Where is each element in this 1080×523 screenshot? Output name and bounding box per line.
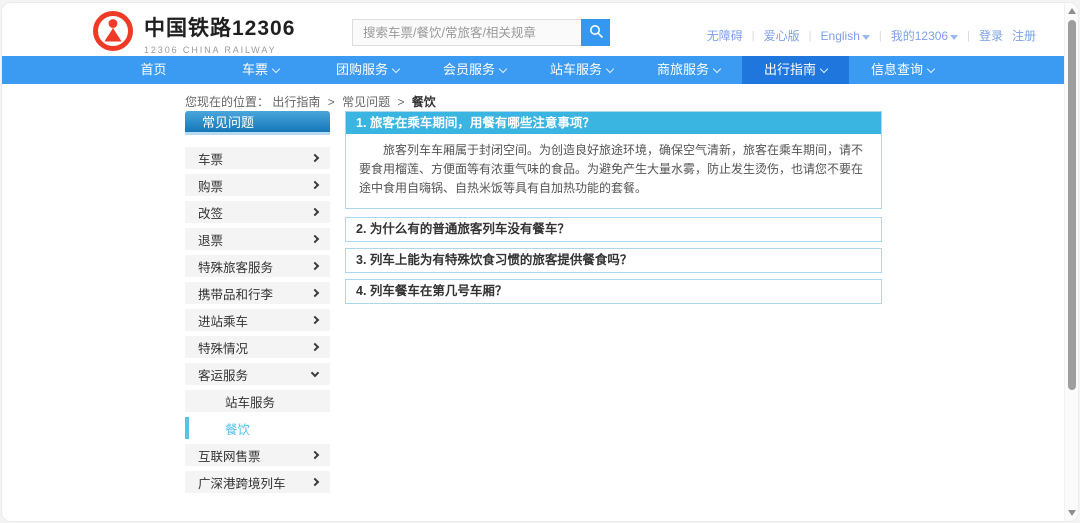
breadcrumb-separator: >: [397, 95, 404, 109]
search-button[interactable]: [581, 19, 610, 46]
search-bar: [352, 19, 610, 46]
sidebar-item-passenger-services[interactable]: 客运服务: [185, 363, 330, 385]
faq-question-4[interactable]: 4. 列车餐车在第几号车厢？: [345, 279, 882, 304]
chevron-right-icon: [311, 343, 319, 351]
nav-item-travel-guide[interactable]: 出行指南: [742, 56, 849, 84]
chevron-down-icon: [820, 65, 828, 73]
sidebar-item-buy-ticket[interactable]: 购票: [185, 174, 330, 196]
browser-viewport: 中国铁路12306 12306 CHINA RAILWAY 无障碍 | 爱心版 …: [2, 3, 1078, 521]
link-my-12306[interactable]: 我的12306: [891, 27, 958, 44]
sidebar-item-boarding[interactable]: 进站乘车: [185, 309, 330, 331]
breadcrumb: 您现在的位置： 出行指南 > 常见问题 > 餐饮: [185, 93, 436, 110]
breadcrumb-prefix: 您现在的位置：: [185, 95, 269, 109]
nav-item-tickets[interactable]: 车票: [207, 56, 314, 84]
sidebar-item-gz-sz-hk-trains[interactable]: 广深港跨境列车: [185, 471, 330, 493]
chevron-right-icon: [311, 262, 319, 270]
scrollbar[interactable]: [1064, 3, 1078, 521]
link-english[interactable]: English: [821, 29, 870, 43]
sidebar: 常见问题 车票 购票 改签 退票 特殊旅客服务 携带品和行李: [185, 111, 330, 498]
breadcrumb-faq[interactable]: 常见问题: [342, 95, 390, 109]
nav-item-member-services[interactable]: 会员服务: [421, 56, 528, 84]
main-nav: 首页 车票 团购服务 会员服务 站车服务 商旅服务 出行指南 信息查询: [2, 56, 1078, 84]
chevron-right-icon: [311, 316, 319, 324]
sidebar-item-luggage[interactable]: 携带品和行李: [185, 282, 330, 304]
search-icon: [589, 24, 603, 41]
register-link[interactable]: 注册: [1012, 27, 1036, 44]
nav-item-station-services[interactable]: 站车服务: [528, 56, 635, 84]
chevron-down-icon: [272, 65, 280, 73]
sidebar-item-internet-ticketing[interactable]: 互联网售票: [185, 444, 330, 466]
logo-subtitle: 12306 CHINA RAILWAY: [144, 45, 295, 55]
chevron-right-icon: [311, 208, 319, 216]
breadcrumb-current: 餐饮: [412, 95, 436, 109]
nav-item-business-travel[interactable]: 商旅服务: [635, 56, 742, 84]
chevron-right-icon: [311, 289, 319, 297]
faq-answer-1: 旅客列车车厢属于封闭空间。为创造良好旅途环境，确保空气清新，旅客在乘车期间，请不…: [346, 134, 881, 208]
separator: |: [967, 30, 970, 42]
chevron-down-icon: [392, 65, 400, 73]
caret-down-icon: [950, 35, 958, 40]
chevron-down-icon: [713, 65, 721, 73]
faq-question-1[interactable]: 1. 旅客在乘车期间，用餐有哪些注意事项？: [346, 112, 881, 134]
chevron-down-icon: [927, 65, 935, 73]
faq-item-expanded: 1. 旅客在乘车期间，用餐有哪些注意事项？ 旅客列车车厢属于封闭空间。为创造良好…: [345, 111, 882, 209]
faq-question-2[interactable]: 2. 为什么有的普通旅客列车没有餐车？: [345, 217, 882, 242]
sidebar-item-refund[interactable]: 退票: [185, 228, 330, 250]
search-input[interactable]: [352, 19, 581, 46]
chevron-right-icon: [311, 235, 319, 243]
scrollbar-thumb[interactable]: [1068, 20, 1076, 390]
login-link[interactable]: 登录: [979, 27, 1003, 44]
separator: |: [809, 30, 812, 42]
nav-item-group-services[interactable]: 团购服务: [314, 56, 421, 84]
sidebar-subitem-station-train-services[interactable]: 站车服务: [185, 390, 330, 412]
chevron-right-icon: [311, 451, 319, 459]
sidebar-list: 车票 购票 改签 退票 特殊旅客服务 携带品和行李 进站乘车: [185, 147, 330, 493]
page: 中国铁路12306 12306 CHINA RAILWAY 无障碍 | 爱心版 …: [0, 0, 1080, 523]
utility-links: 无障碍 | 爱心版 | English | 我的12306 | 登录 注册: [707, 27, 1036, 44]
separator: |: [879, 30, 882, 42]
sidebar-item-special-cases[interactable]: 特殊情况: [185, 336, 330, 358]
scrollbar-up-arrow-icon[interactable]: [1068, 8, 1076, 14]
breadcrumb-travel-guide[interactable]: 出行指南: [272, 95, 320, 109]
faq-question-3[interactable]: 3. 列车上能为有特殊饮食习惯的旅客提供餐食吗？: [345, 248, 882, 273]
link-accessibility[interactable]: 无障碍: [707, 27, 743, 44]
chevron-down-icon: [606, 65, 614, 73]
faq-content: 1. 旅客在乘车期间，用餐有哪些注意事项？ 旅客列车车厢属于封闭空间。为创造良好…: [345, 111, 882, 310]
separator: |: [752, 30, 755, 42]
sidebar-item-change[interactable]: 改签: [185, 201, 330, 223]
chevron-down-icon: [311, 368, 319, 376]
chevron-right-icon: [311, 478, 319, 486]
sidebar-subitem-dining[interactable]: 餐饮: [185, 417, 330, 439]
nav-item-info-query[interactable]: 信息查询: [849, 56, 956, 84]
link-care-version[interactable]: 爱心版: [764, 27, 800, 44]
site-logo[interactable]: 中国铁路12306 12306 CHINA RAILWAY: [92, 10, 295, 57]
sidebar-item-ticket[interactable]: 车票: [185, 147, 330, 169]
sidebar-title: 常见问题: [185, 111, 330, 135]
breadcrumb-separator: >: [328, 95, 335, 109]
chevron-down-icon: [499, 65, 507, 73]
logo-title: 中国铁路12306: [144, 12, 295, 42]
sidebar-item-special-passenger[interactable]: 特殊旅客服务: [185, 255, 330, 277]
caret-down-icon: [862, 35, 870, 40]
china-railway-emblem-icon: [92, 10, 134, 57]
chevron-right-icon: [311, 181, 319, 189]
scrollbar-down-arrow-icon[interactable]: [1068, 510, 1076, 516]
chevron-right-icon: [311, 154, 319, 162]
nav-item-home[interactable]: 首页: [100, 56, 207, 84]
